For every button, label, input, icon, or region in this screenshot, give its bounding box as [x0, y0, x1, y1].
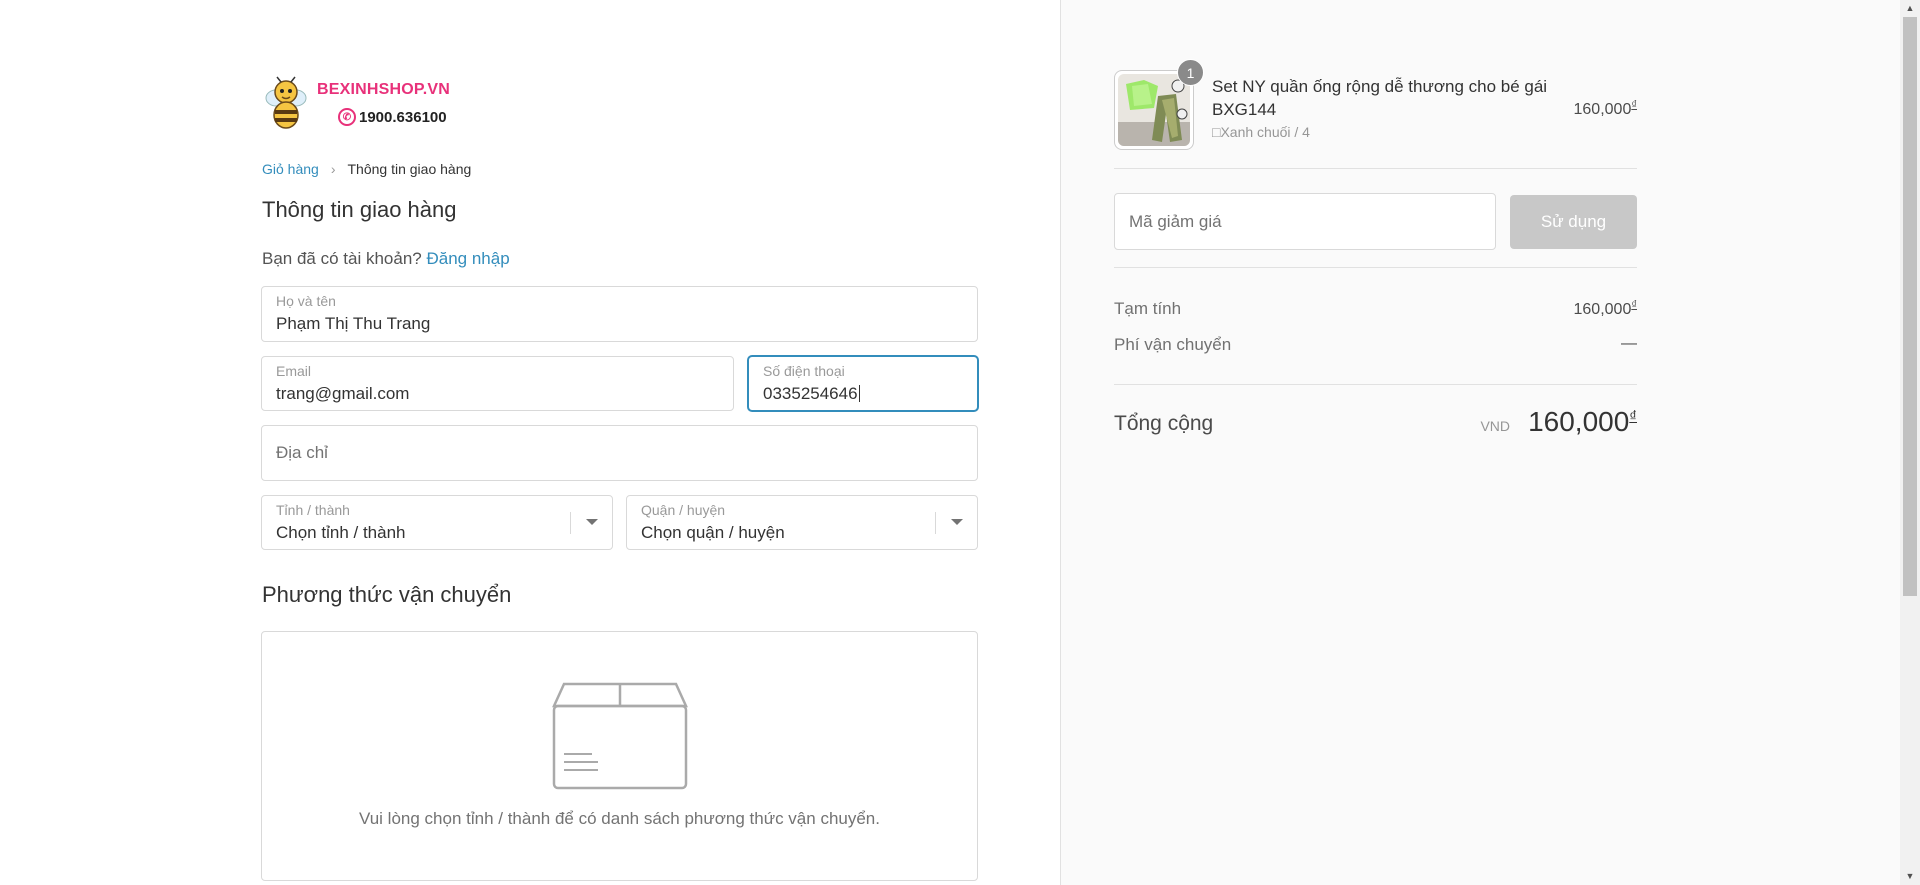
email-label: Email — [276, 363, 312, 379]
shipping-info-title: Thông tin giao hàng — [262, 197, 457, 222]
email-value: trang@gmail.com — [276, 384, 410, 403]
phone-label: Số điện thoại — [763, 363, 845, 379]
login-link[interactable]: Đăng nhập — [426, 249, 509, 268]
phone-value: 0335254646 — [763, 384, 860, 404]
coupon-placeholder: Mã giảm giá — [1129, 212, 1222, 231]
email-field[interactable]: Email trang@gmail.com — [261, 356, 734, 411]
breadcrumb: Giỏ hàng › Thông tin giao hàng — [262, 161, 471, 177]
phone-field[interactable]: Số điện thoại 0335254646 — [748, 356, 978, 411]
divider — [1114, 384, 1637, 385]
fullname-field[interactable]: Họ và tên Phạm Thị Thu Trang — [261, 286, 978, 342]
shop-logo[interactable]: BEXINHSHOP.VN ✆ 1900.636100 — [262, 76, 462, 132]
coupon-input[interactable]: Mã giảm giá — [1114, 193, 1496, 250]
currency-symbol: ₫ — [1631, 99, 1637, 111]
login-prompt: Bạn đã có tài khoản? Đăng nhập — [262, 249, 510, 269]
scrollbar-thumb[interactable] — [1903, 17, 1917, 596]
product-price: 160,000₫ — [1574, 99, 1638, 119]
subtotal-row: Tạm tính 160,000₫ — [1114, 299, 1637, 319]
product-thumbnail: 1 — [1114, 59, 1204, 150]
breadcrumb-cart-link[interactable]: Giỏ hàng — [262, 161, 319, 177]
province-select[interactable]: Tỉnh / thành Chọn tỉnh / thành — [261, 495, 613, 550]
subtotal-value: 160,000₫ — [1574, 299, 1638, 319]
province-value: Chọn tỉnh / thành — [276, 523, 406, 542]
phone-icon: ✆ — [338, 108, 356, 126]
product-variant: □Xanh chuối / 4 — [1212, 124, 1310, 140]
product-name: Set NY quần ống rộng dễ thương cho bé gá… — [1212, 77, 1548, 119]
total-label: Tổng cộng — [1114, 412, 1214, 435]
select-divider — [570, 512, 571, 534]
total-currency-code: VND — [1480, 418, 1510, 434]
text-caret — [858, 385, 860, 402]
shipping-method-box: Vui lòng chọn tỉnh / thành để có danh sá… — [261, 631, 978, 881]
apply-coupon-button[interactable]: Sử dụng — [1510, 195, 1637, 249]
chevron-down-icon — [951, 519, 963, 525]
fullname-value: Phạm Thị Thu Trang — [276, 314, 431, 333]
shipping-method-title: Phương thức vận chuyển — [262, 582, 512, 607]
select-divider — [935, 512, 936, 534]
total-amount: 160,000₫ — [1528, 406, 1637, 438]
quantity-badge: 1 — [1177, 59, 1204, 86]
brand-name: BEXINHSHOP.VN — [317, 81, 451, 98]
divider — [1114, 267, 1637, 268]
hotline: ✆ 1900.636100 — [338, 108, 447, 126]
address-field[interactable]: Địa chỉ — [261, 425, 978, 481]
fullname-label: Họ và tên — [276, 293, 336, 309]
currency-symbol: ₫ — [1631, 299, 1637, 311]
district-label: Quận / huyện — [641, 502, 726, 518]
product-price-value: 160,000 — [1573, 101, 1632, 118]
hotline-number: 1900.636100 — [359, 108, 447, 126]
chevron-right-icon: › — [330, 161, 336, 177]
phone-value-text: 0335254646 — [763, 384, 858, 403]
shipping-fee-value: — — [1621, 335, 1637, 352]
district-value: Chọn quận / huyện — [641, 523, 785, 542]
shipping-fee-label: Phí vận chuyển — [1114, 335, 1232, 354]
district-select[interactable]: Quận / huyện Chọn quận / huyện — [626, 495, 978, 550]
package-box-icon — [552, 682, 688, 790]
total-amount-value: 160,000 — [1528, 406, 1630, 437]
product-image — [1118, 74, 1190, 146]
shipping-method-message: Vui lòng chọn tỉnh / thành để có danh sá… — [359, 809, 880, 828]
vertical-scrollbar[interactable]: ▲ ▼ — [1900, 0, 1920, 885]
currency-symbol: ₫ — [1629, 408, 1637, 425]
scroll-down-arrow-icon[interactable]: ▼ — [1900, 868, 1920, 885]
bee-mascot-icon — [265, 76, 307, 129]
scroll-up-arrow-icon[interactable]: ▲ — [1900, 0, 1920, 17]
shipping-fee-row: Phí vận chuyển — — [1114, 335, 1637, 355]
breadcrumb-current: Thông tin giao hàng — [347, 161, 472, 177]
subtotal-label: Tạm tính — [1114, 299, 1182, 318]
subtotal-amount: 160,000 — [1573, 301, 1632, 318]
checkout-main: BEXINHSHOP.VN ✆ 1900.636100 Giỏ hàng › T… — [0, 0, 1060, 885]
address-placeholder: Địa chỉ — [276, 443, 328, 462]
login-prompt-text: Bạn đã có tài khoản? — [262, 249, 422, 268]
province-label: Tỉnh / thành — [276, 502, 350, 518]
chevron-down-icon — [586, 519, 598, 525]
divider — [1114, 168, 1637, 169]
